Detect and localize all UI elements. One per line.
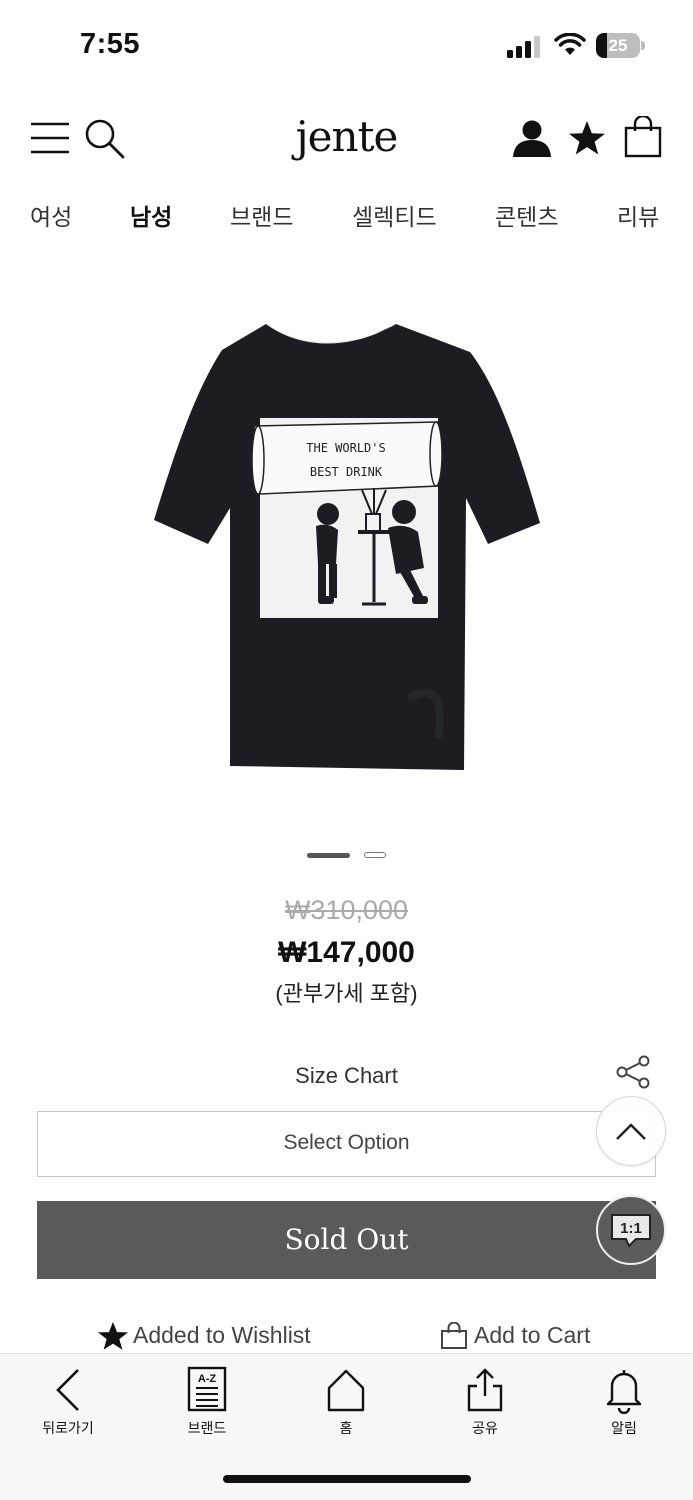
chat-button[interactable]: 1:1	[596, 1195, 666, 1265]
brand-az-icon: A-Z	[187, 1366, 227, 1412]
app-header: jente	[0, 108, 693, 168]
tab-women[interactable]: 여성	[30, 198, 72, 232]
shopping-bag-icon[interactable]	[624, 116, 662, 158]
scroll-top-button[interactable]	[596, 1096, 666, 1166]
menu-icon[interactable]	[30, 121, 70, 155]
tab-notifications[interactable]: 알림	[574, 1364, 674, 1444]
image-pager	[0, 852, 693, 862]
tab-home-label: 홈	[339, 1420, 353, 1436]
pager-dot-active[interactable]	[307, 853, 350, 858]
share-upload-icon	[467, 1368, 503, 1412]
tab-share[interactable]: 공유	[435, 1364, 535, 1444]
back-icon	[56, 1369, 79, 1411]
tab-contents[interactable]: 콘텐츠	[495, 198, 558, 232]
tab-review[interactable]: 리뷰	[617, 198, 659, 232]
tab-brand[interactable]: 브랜드	[230, 198, 293, 232]
battery-indicator: 25	[596, 33, 646, 59]
star-icon[interactable]	[568, 120, 606, 156]
tab-notifications-label: 알림	[611, 1420, 637, 1436]
sold-out-label: Sold Out	[284, 1223, 409, 1256]
tab-men[interactable]: 남성	[130, 198, 172, 232]
home-icon	[327, 1369, 365, 1412]
category-nav: 여성 남성 브랜드 셀렉티드 콘텐츠 리뷰	[0, 198, 693, 234]
pager-dot[interactable]	[364, 852, 386, 858]
battery-percent: 25	[608, 36, 628, 55]
sold-out-button[interactable]: Sold Out	[37, 1201, 656, 1279]
tab-back-label: 뒤로가기	[42, 1420, 94, 1436]
tab-brand-az[interactable]: A-Z 브랜드	[157, 1364, 257, 1444]
size-chart-link[interactable]: Size Chart	[0, 1063, 693, 1089]
tab-share-label: 공유	[472, 1420, 498, 1436]
status-bar: 7:55 25	[0, 0, 693, 92]
bell-icon	[606, 1370, 642, 1414]
star-filled-icon	[98, 1321, 128, 1350]
product-image[interactable]: THE WORLD'S BEST DRINK	[148, 318, 548, 778]
tab-back[interactable]: 뒤로가기	[18, 1364, 118, 1444]
option-select[interactable]: Select Option	[37, 1111, 656, 1177]
print-text-line1: THE WORLD'S	[306, 441, 385, 455]
bag-icon	[441, 1322, 467, 1349]
svg-text:A-Z: A-Z	[198, 1373, 217, 1385]
option-select-placeholder: Select Option	[283, 1131, 410, 1154]
original-price: ₩310,000	[284, 895, 409, 925]
wifi-icon	[554, 33, 586, 55]
tab-selected[interactable]: 셀렉티드	[352, 198, 437, 232]
duty-included-note: (관부가세 포함)	[275, 981, 418, 1006]
chat-bubble-icon: 1:1	[611, 1214, 651, 1248]
status-time: 7:55	[80, 28, 141, 60]
sale-price: ₩147,000	[278, 936, 415, 969]
user-icon[interactable]	[512, 120, 552, 158]
tab-brand-label: 브랜드	[187, 1420, 227, 1436]
add-to-cart-label: Add to Cart	[474, 1322, 591, 1348]
wishlist-label: Added to Wishlist	[133, 1322, 311, 1348]
search-icon[interactable]	[84, 118, 126, 160]
tab-home[interactable]: 홈	[296, 1364, 396, 1444]
home-indicator[interactable]	[223, 1475, 471, 1483]
share-nodes-icon[interactable]	[615, 1055, 651, 1089]
chevron-up-icon	[616, 1123, 646, 1140]
chat-label: 1:1	[620, 1220, 642, 1237]
cellular-signal-icon	[507, 36, 540, 58]
print-text-line2: BEST DRINK	[310, 465, 383, 479]
